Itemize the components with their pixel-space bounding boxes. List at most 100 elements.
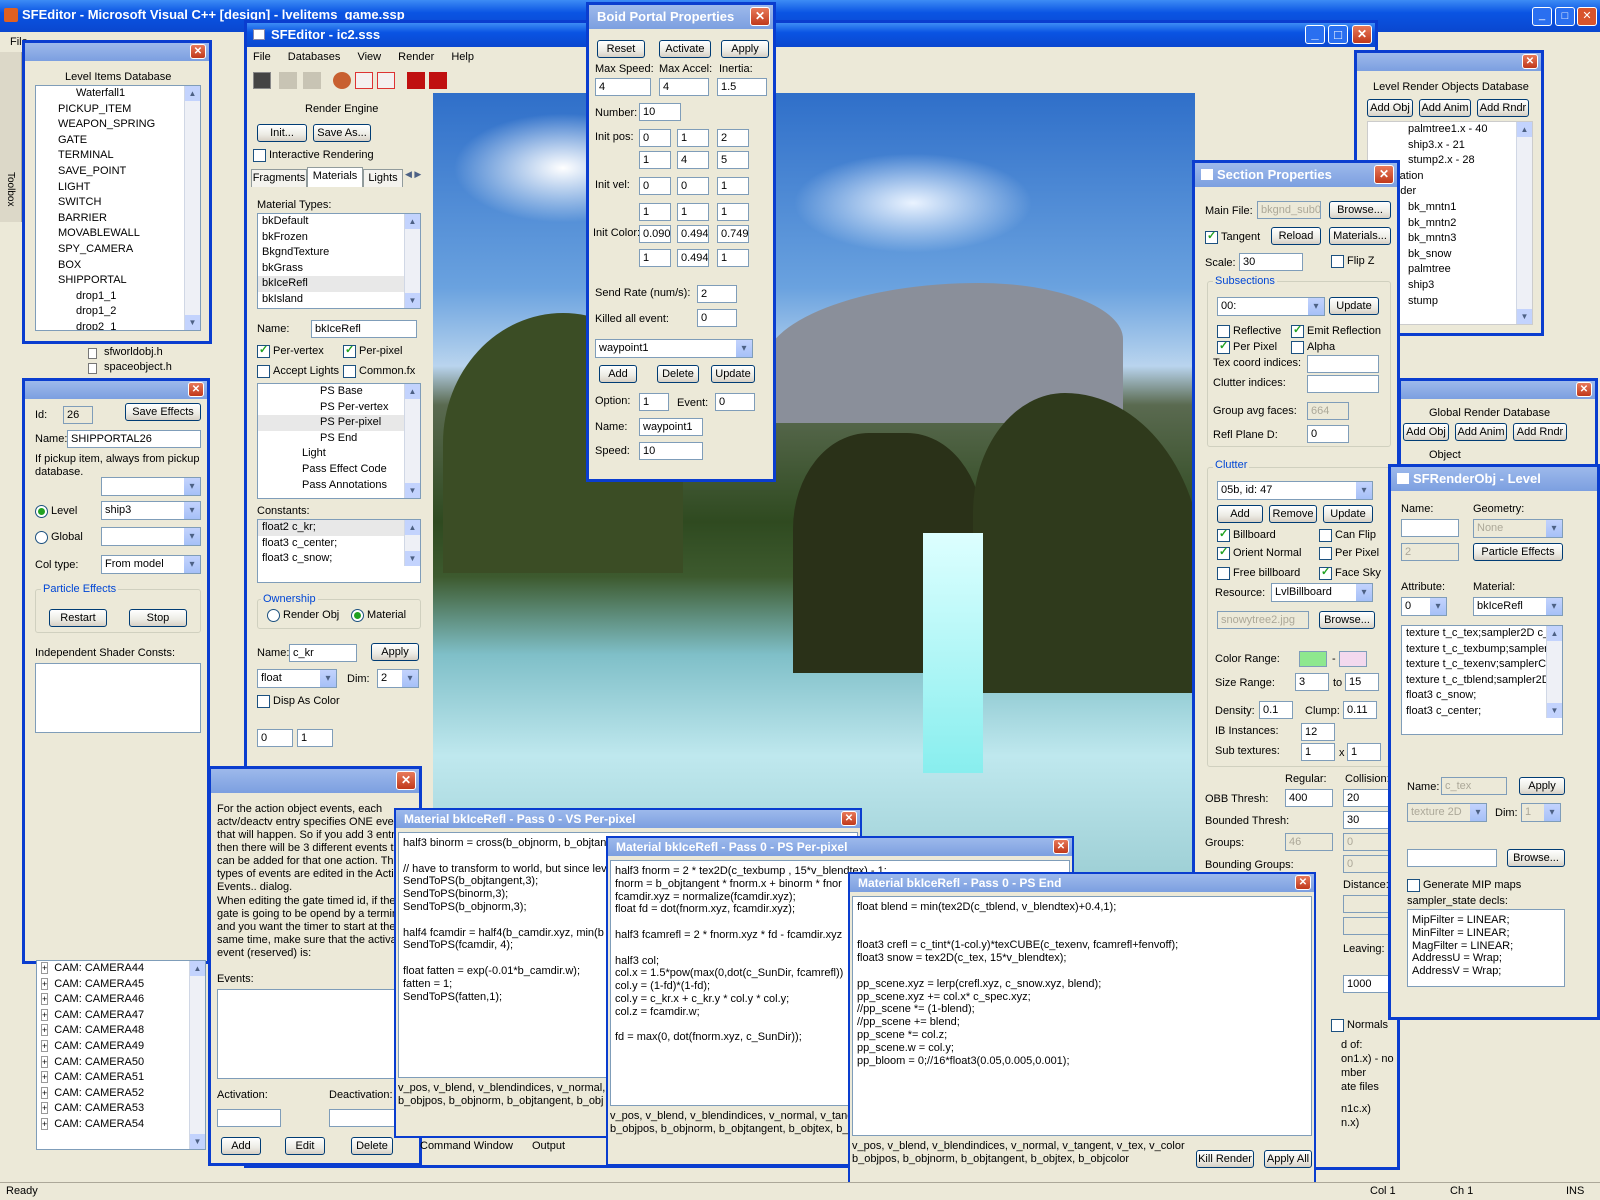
update-button[interactable]: Update xyxy=(1323,505,1373,523)
add-anim-button[interactable]: Add Anim xyxy=(1455,423,1507,441)
close-icon[interactable]: ✕ xyxy=(750,7,770,26)
leaving-field[interactable]: 1000 xyxy=(1343,975,1391,993)
remove-button[interactable]: Remove xyxy=(1269,505,1317,523)
init-vel-field[interactable]: 1 xyxy=(717,177,749,195)
refl-plane-field[interactable]: 0 xyxy=(1307,425,1349,443)
list-item[interactable]: Pass Annotations xyxy=(258,478,420,494)
apply-button[interactable]: Apply xyxy=(1519,777,1565,795)
const-name-field[interactable]: c_kr xyxy=(289,644,357,662)
init-color-field[interactable]: 0.494 xyxy=(677,249,709,267)
close-icon[interactable]: ✕ xyxy=(396,771,416,790)
material-radio[interactable]: Material xyxy=(351,609,406,622)
max-speed-field[interactable]: 4 xyxy=(595,78,651,96)
clump-field[interactable]: 0.11 xyxy=(1343,701,1377,719)
event-field[interactable]: 0 xyxy=(715,393,755,411)
scrollbar[interactable] xyxy=(1546,626,1562,718)
reflective-checkbox[interactable]: Reflective xyxy=(1217,325,1281,338)
menu-databases[interactable]: Databases xyxy=(288,51,341,63)
list-item[interactable]: texture t_c_tex;sampler2D c_ xyxy=(1402,626,1562,642)
size-to-field[interactable]: 15 xyxy=(1345,673,1379,691)
list-item[interactable]: + CAM: CAMERA47 xyxy=(41,1008,144,1024)
normals-checkbox[interactable]: Normals xyxy=(1331,1019,1388,1032)
sampler-box[interactable]: MipFilter = LINEAR; MinFilter = LINEAR; … xyxy=(1407,909,1565,987)
kill-render-button[interactable]: Kill Render xyxy=(1196,1150,1254,1168)
init-color-field[interactable]: 0.494 xyxy=(677,225,709,243)
edit-button[interactable]: Edit xyxy=(285,1137,325,1155)
tab-command-window[interactable]: Command Window xyxy=(420,1140,513,1152)
tangent-checkbox[interactable]: Tangent xyxy=(1205,230,1260,244)
close-icon[interactable]: ✕ xyxy=(188,382,204,397)
number-field[interactable]: 10 xyxy=(639,103,681,121)
scrollbar[interactable] xyxy=(1516,122,1532,324)
add-button[interactable]: Add xyxy=(221,1137,261,1155)
generate-mip-checkbox[interactable]: Generate MIP maps xyxy=(1407,879,1521,892)
list-item[interactable]: + CAM: CAMERA51 xyxy=(41,1070,144,1086)
list-item[interactable]: PS Per-pixel xyxy=(258,415,420,431)
init-button[interactable]: Init... xyxy=(257,124,307,142)
list-item[interactable]: ship3.x - 21 xyxy=(1368,138,1532,154)
init-color-field[interactable]: 1 xyxy=(639,249,671,267)
material-name-field[interactable]: bkIceRefl xyxy=(311,320,417,338)
level-items-tree[interactable]: Waterfall1 PICKUP_ITEM WEAPON_SPRING GAT… xyxy=(35,85,201,331)
list-item[interactable]: drop1_1 xyxy=(36,289,200,305)
list-item[interactable]: BOX xyxy=(36,258,200,274)
init-pos-field[interactable]: 4 xyxy=(677,151,709,169)
disp-as-color-checkbox[interactable]: Disp As Color xyxy=(257,695,340,708)
list-item[interactable]: + CAM: CAMERA54 xyxy=(41,1117,144,1133)
close-icon[interactable]: ✕ xyxy=(1295,875,1311,890)
minimize-button[interactable]: _ xyxy=(1305,25,1325,44)
tab-lights[interactable]: Lights xyxy=(363,169,403,187)
toolbar-icon[interactable] xyxy=(279,72,297,89)
pickup-select[interactable] xyxy=(101,477,201,496)
init-color-field[interactable]: 1 xyxy=(717,249,749,267)
apply-button[interactable]: Apply xyxy=(721,40,769,58)
list-item[interactable]: PICKUP_ITEM xyxy=(36,102,200,118)
obb-regular-field[interactable]: 400 xyxy=(1285,789,1333,807)
list-item[interactable]: + CAM: CAMERA50 xyxy=(41,1055,144,1071)
flipz-checkbox[interactable]: Flip Z xyxy=(1331,255,1375,268)
per-vertex-checkbox[interactable]: Per-vertex xyxy=(257,344,324,358)
list-item[interactable]: MOVABLEWALL xyxy=(36,226,200,242)
list-item[interactable]: PS Per-vertex xyxy=(258,400,420,416)
materials-button[interactable]: Materials... xyxy=(1329,227,1391,245)
color-swatch-a[interactable] xyxy=(1299,651,1327,667)
list-item[interactable]: bkIceRefl xyxy=(258,276,420,292)
global-select[interactable] xyxy=(101,527,201,546)
list-item[interactable]: float3 c_snow; xyxy=(258,551,420,567)
send-rate-field[interactable]: 2 xyxy=(697,285,737,303)
delete-button[interactable]: Delete xyxy=(657,365,699,383)
init-pos-field[interactable]: 2 xyxy=(717,129,749,147)
delete-button[interactable]: Delete xyxy=(351,1137,393,1155)
scrollbar[interactable] xyxy=(404,214,420,308)
save-as-button[interactable]: Save As... xyxy=(313,124,371,142)
scrollbar[interactable] xyxy=(184,86,200,330)
wp-name-field[interactable]: waypoint1 xyxy=(639,418,703,436)
toolbox-label[interactable]: Toolbox xyxy=(5,172,16,206)
tex-coord-field[interactable] xyxy=(1307,355,1379,373)
update-button[interactable]: Update xyxy=(711,365,755,383)
killed-field[interactable]: 0 xyxy=(697,309,737,327)
close-icon[interactable]: ✕ xyxy=(1053,839,1069,854)
close-icon[interactable]: ✕ xyxy=(1576,382,1592,397)
list-item[interactable]: + CAM: CAMERA44 xyxy=(41,961,144,977)
add-button[interactable]: Add xyxy=(599,365,637,383)
scrollbar[interactable] xyxy=(189,961,205,1149)
density-field[interactable]: 0.1 xyxy=(1259,701,1293,719)
constants-list[interactable]: float2 c_kr; float3 c_center; float3 c_s… xyxy=(257,519,421,583)
per-pixel-checkbox[interactable]: Per Pixel xyxy=(1217,340,1277,354)
emit-reflection-checkbox[interactable]: Emit Reflection xyxy=(1291,324,1381,338)
toolbar-icon[interactable] xyxy=(355,72,373,89)
list-item[interactable]: SPY_CAMERA xyxy=(36,242,200,258)
texture-path-field[interactable] xyxy=(1407,849,1497,867)
close-button[interactable]: ✕ xyxy=(1352,25,1372,44)
bounded-collision-field[interactable]: 30 xyxy=(1343,811,1391,829)
col-type-select[interactable]: From model xyxy=(101,555,201,574)
tab-output[interactable]: Output xyxy=(532,1140,565,1152)
list-item[interactable]: PS End xyxy=(258,431,420,447)
events-list[interactable] xyxy=(217,989,417,1079)
add-button[interactable]: Add xyxy=(1217,505,1263,523)
sub-tex-a-field[interactable]: 1 xyxy=(1301,743,1335,761)
level-select[interactable]: ship3 xyxy=(101,501,201,520)
close-icon[interactable]: ✕ xyxy=(1522,54,1538,69)
can-flip-checkbox[interactable]: Can Flip xyxy=(1319,529,1376,542)
